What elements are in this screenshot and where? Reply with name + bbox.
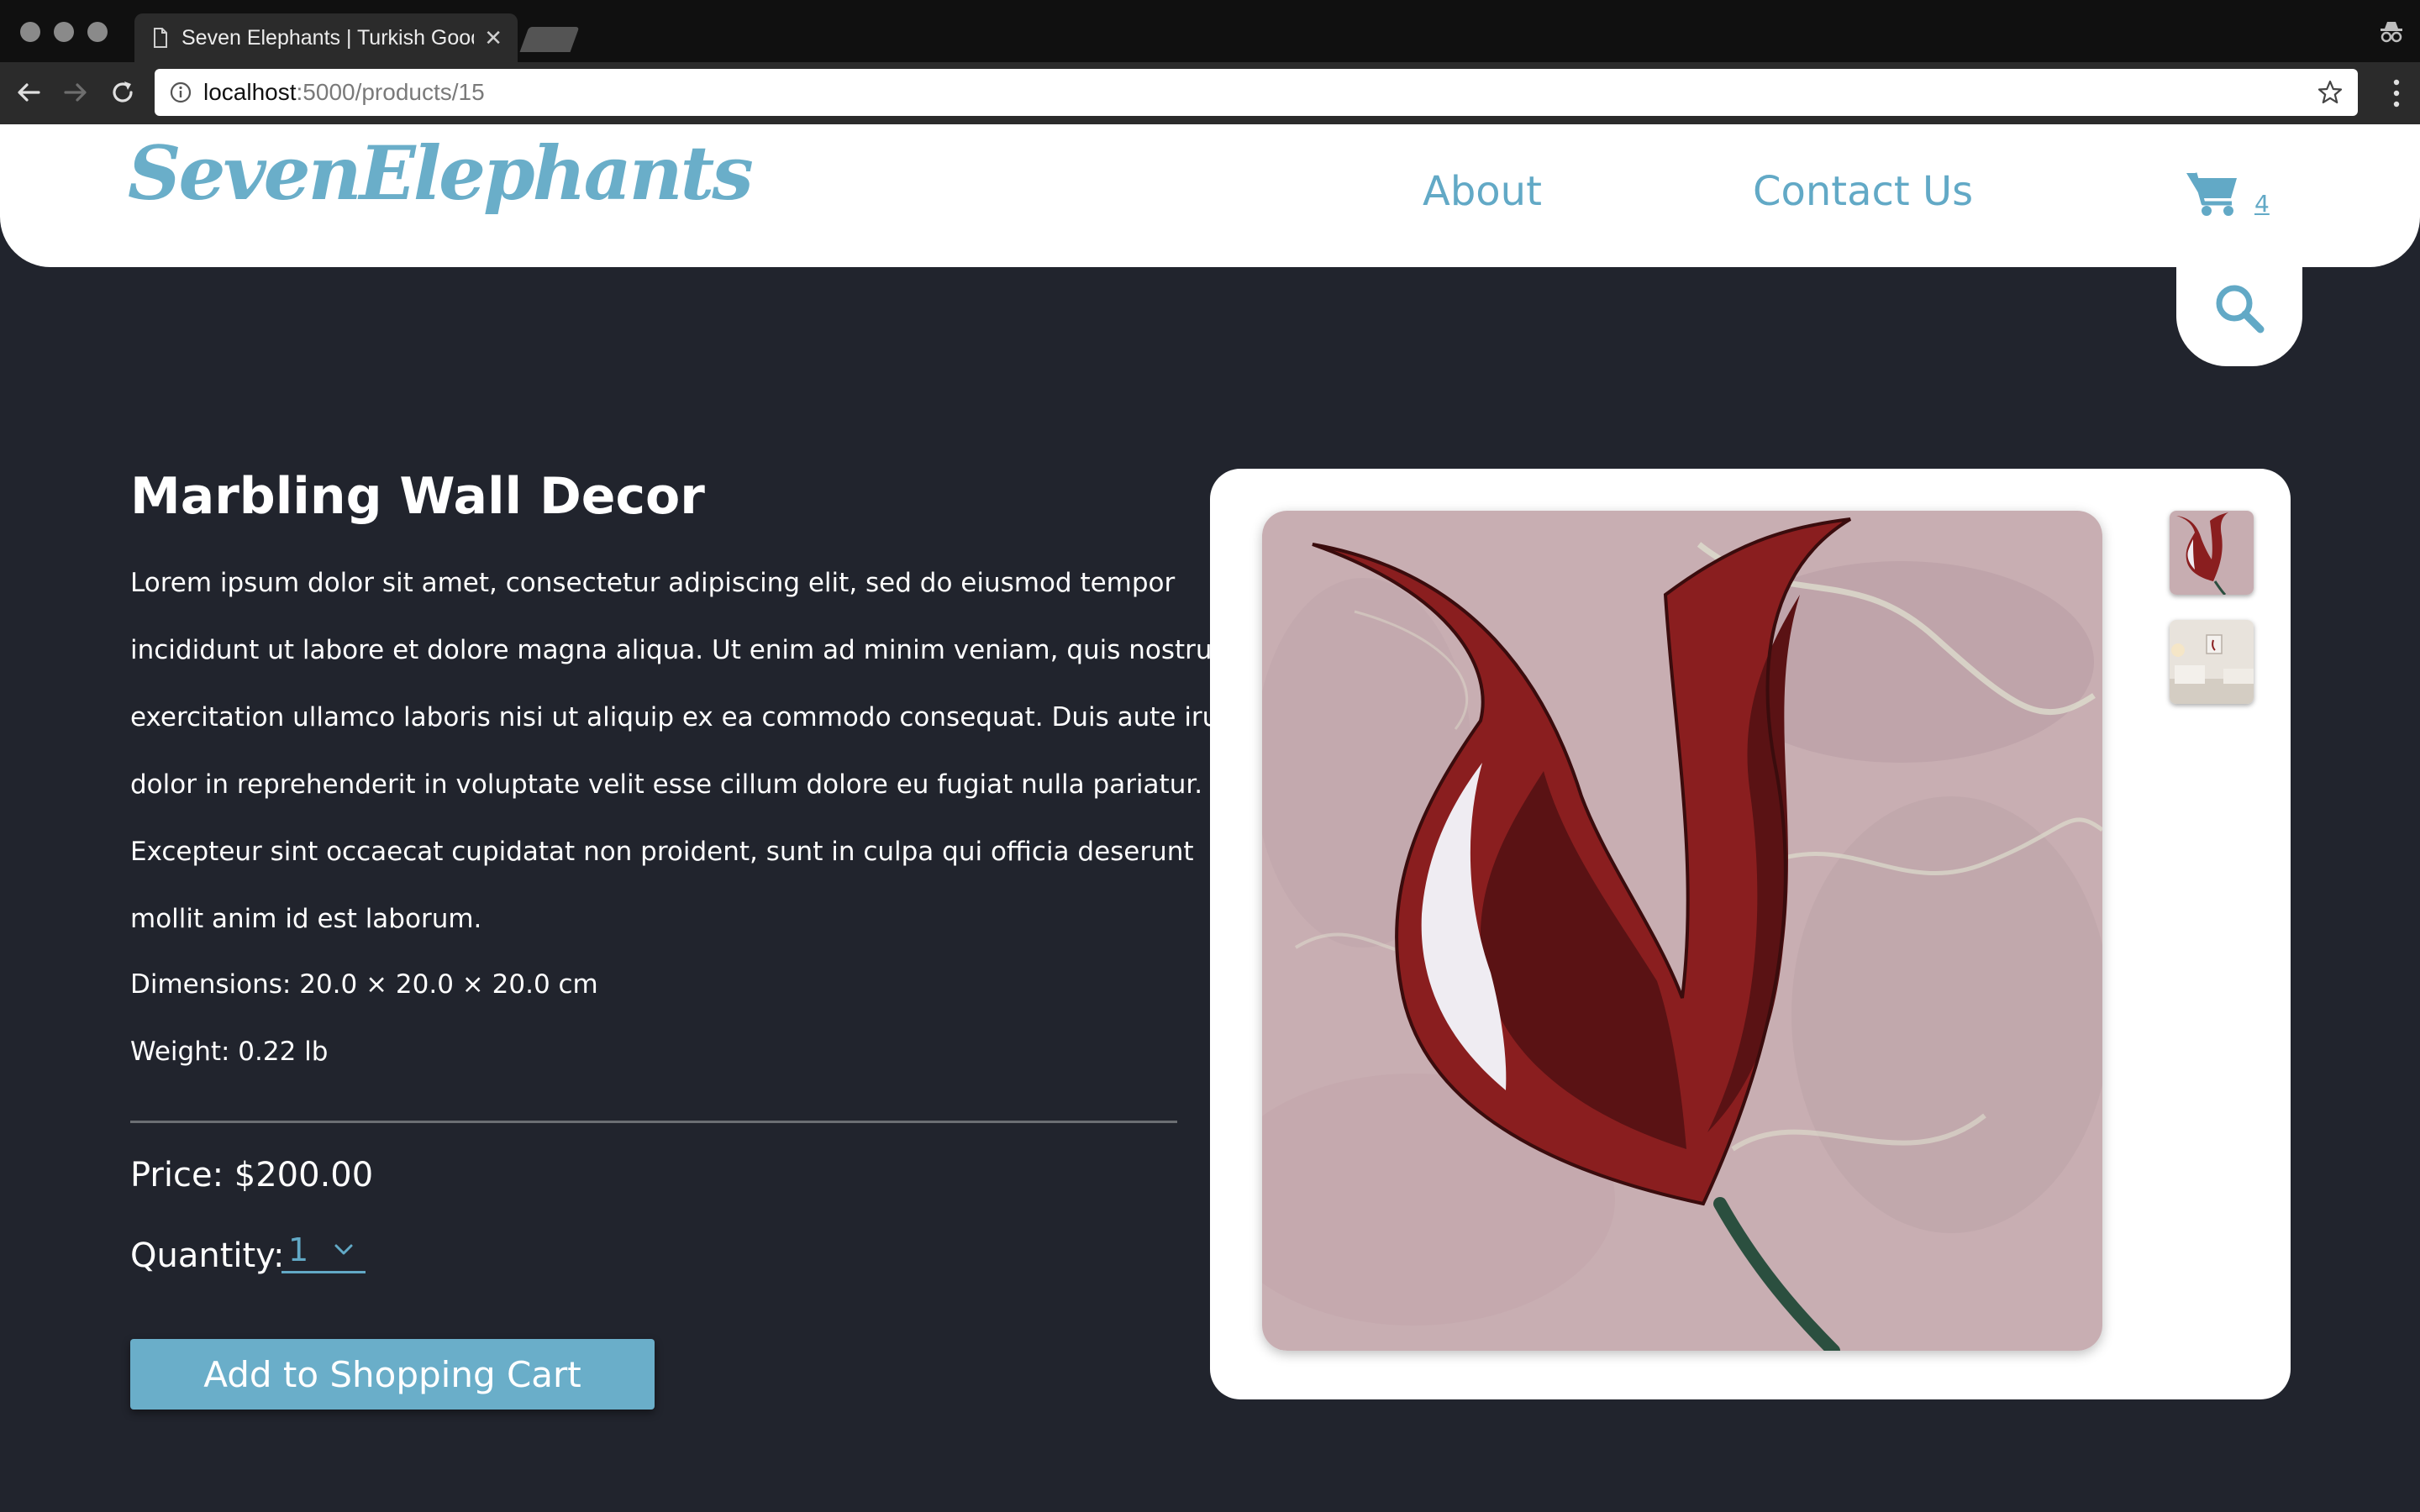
incognito-icon [2381, 22, 2402, 43]
cart-icon[interactable] [2185, 170, 2238, 217]
add-to-cart-button[interactable]: Add to Shopping Cart [130, 1339, 655, 1410]
product-price: Price: $200.00 [130, 1156, 374, 1194]
window-close-dot[interactable] [20, 22, 40, 42]
nav-link-contact[interactable]: Contact Us [1753, 168, 1973, 215]
window-maximize-dot[interactable] [87, 22, 108, 42]
thumbnail-room[interactable] [2170, 620, 2254, 704]
info-icon[interactable] [170, 81, 192, 103]
product-main-image [1262, 511, 2102, 1351]
site-logo[interactable]: SevenElephants [128, 129, 754, 217]
reload-icon[interactable] [108, 77, 138, 108]
close-icon[interactable]: ✕ [484, 25, 502, 51]
quantity-value: 1 [288, 1231, 309, 1268]
url-host: localhost [203, 79, 297, 105]
address-bar[interactable]: localhost :5000/products/15 [155, 69, 2358, 116]
description-line: incididunt ut labore et dolore magna ali… [130, 635, 1229, 665]
cart-count[interactable]: 4 [2254, 190, 2270, 218]
description-line: Excepteur sint occaecat cupidatat non pr… [130, 837, 1194, 867]
star-icon[interactable] [2317, 80, 2343, 105]
product-description: Lorem ipsum dolor sit amet, consectetur … [130, 563, 1245, 966]
product-weight: Weight: 0.22 lb [130, 1037, 329, 1067]
marbled-tulip-image [1262, 511, 2102, 1351]
browser-titlebar: Seven Elephants | Turkish Goods ✕ [0, 0, 2420, 62]
new-tab-button[interactable] [519, 27, 580, 52]
divider [130, 1121, 1177, 1123]
menu-icon[interactable] [2391, 77, 2402, 109]
search-button[interactable] [2176, 252, 2302, 366]
thumbnail-room-image [2170, 620, 2254, 704]
thumbnail-tulip-image [2170, 511, 2254, 595]
back-icon[interactable] [13, 77, 44, 108]
description-line: Lorem ipsum dolor sit amet, consectetur … [130, 568, 1176, 598]
browser-tab[interactable]: Seven Elephants | Turkish Goods ✕ [134, 13, 518, 62]
description-line: mollit anim id est laborum. [130, 904, 482, 934]
chevron-down-icon [334, 1244, 353, 1255]
quantity-select[interactable]: 1 [281, 1231, 366, 1273]
thumbnail-tulip[interactable] [2170, 511, 2254, 595]
tab-title: Seven Elephants | Turkish Goods [182, 25, 475, 50]
product-gallery [1210, 469, 2291, 1399]
search-icon[interactable] [2213, 282, 2265, 334]
nav-link-about[interactable]: About [1423, 168, 1542, 215]
product-dimensions: Dimensions: 20.0 × 20.0 × 20.0 cm [130, 969, 598, 1000]
forward-icon[interactable] [60, 77, 91, 108]
url-path: :5000/products/15 [296, 79, 485, 105]
product-title: Marbling Wall Decor [130, 467, 705, 526]
description-line: dolor in reprehenderit in voluptate veli… [130, 769, 1203, 800]
page-icon [154, 28, 167, 48]
quantity-label: Quantity: [130, 1236, 285, 1275]
description-line: exercitation ullamco laboris nisi ut ali… [130, 702, 1245, 732]
site-header: SevenElephants About Contact Us 4 [0, 124, 2420, 267]
browser-toolbar: localhost :5000/products/15 [0, 62, 2420, 124]
window-minimize-dot[interactable] [54, 22, 74, 42]
